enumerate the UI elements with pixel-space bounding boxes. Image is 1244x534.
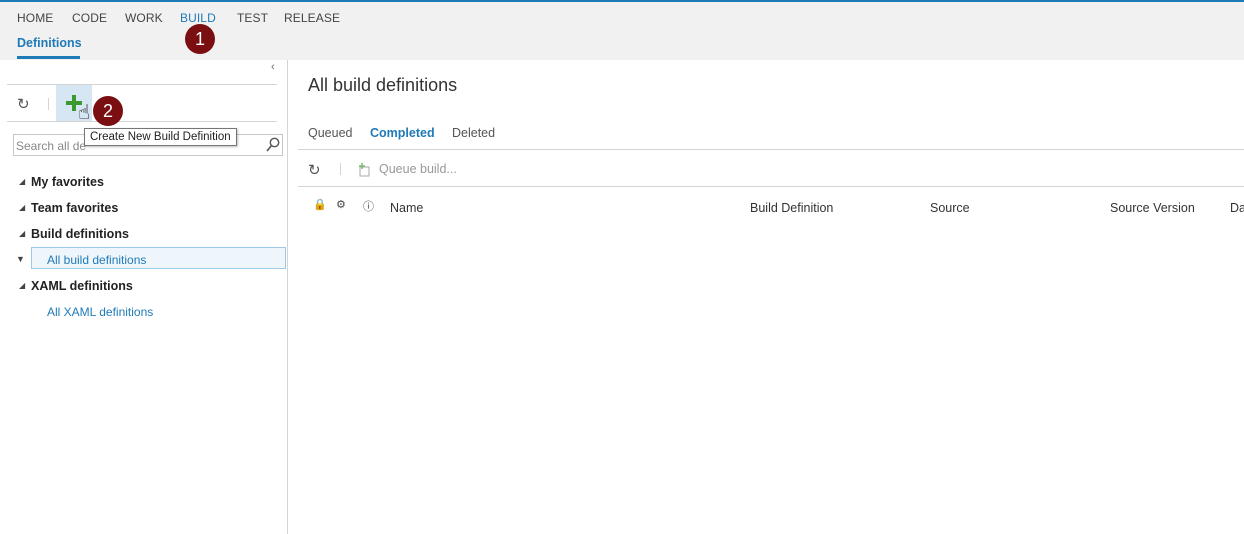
tree-all-xaml-definitions[interactable]: All XAML definitions <box>47 305 153 319</box>
nav-test[interactable]: TEST <box>237 11 268 25</box>
tree-all-build-definitions[interactable]: All build definitions <box>47 253 146 267</box>
subnav-definitions[interactable]: Definitions <box>17 36 82 50</box>
info-icon: ⓘ <box>363 201 374 213</box>
column-source-version[interactable]: Source Version <box>1110 201 1195 215</box>
hand-cursor-icon: ☝ <box>78 102 91 124</box>
callout-badge-2: 2 <box>93 96 123 126</box>
toolbar-separator <box>48 98 49 110</box>
tooltip: Create New Build Definition <box>84 128 237 146</box>
tree-build-definitions[interactable]: Build definitions <box>31 227 129 241</box>
nav-release[interactable]: RELEASE <box>284 11 340 25</box>
search-placeholder: Search all de <box>16 139 87 153</box>
tabs-divider <box>298 149 1244 150</box>
expand-icon[interactable]: ◢ <box>19 177 25 186</box>
nav-work[interactable]: WORK <box>125 11 163 25</box>
column-name[interactable]: Name <box>390 201 423 215</box>
toolbar-divider <box>298 186 1244 187</box>
tree-xaml-definitions[interactable]: XAML definitions <box>31 279 133 293</box>
tab-completed[interactable]: Completed <box>370 126 435 140</box>
nav-home[interactable]: HOME <box>17 11 53 25</box>
collapse-panel-icon[interactable]: ‹ <box>271 61 275 73</box>
tab-queued[interactable]: Queued <box>308 126 352 140</box>
panel-divider <box>287 60 288 534</box>
tab-deleted[interactable]: Deleted <box>452 126 495 140</box>
expand-icon[interactable]: ◢ <box>19 203 25 212</box>
expand-icon[interactable]: ◢ <box>19 281 25 290</box>
left-toolbar-bottom-line <box>7 121 277 122</box>
toolbar-separator <box>340 163 341 175</box>
queue-build-icon <box>359 163 370 177</box>
left-toolbar-top-line <box>7 84 277 85</box>
nav-code[interactable]: CODE <box>72 11 107 25</box>
refresh-icon[interactable]: ↻ <box>308 161 321 179</box>
queue-build-button[interactable]: Queue build... <box>379 162 457 176</box>
tree-team-favorites[interactable]: Team favorites <box>31 201 118 215</box>
dropdown-icon[interactable]: ▼ <box>16 254 25 264</box>
expand-icon[interactable]: ◢ <box>19 229 25 238</box>
column-build-definition[interactable]: Build Definition <box>750 201 833 215</box>
build-reason-icon: ⚙ <box>336 199 346 211</box>
column-date[interactable]: Da <box>1230 201 1244 215</box>
refresh-icon[interactable]: ↻ <box>17 95 30 113</box>
nav-build[interactable]: BUILD <box>180 11 216 25</box>
search-icon[interactable] <box>266 137 280 153</box>
page-title: All build definitions <box>308 75 458 95</box>
callout-badge-1: 1 <box>185 24 215 54</box>
tree-my-favorites[interactable]: My favorites <box>31 175 104 189</box>
column-source[interactable]: Source <box>930 201 970 215</box>
subnav-active-indicator <box>17 56 80 59</box>
lock-icon: 🔒 <box>313 199 327 211</box>
